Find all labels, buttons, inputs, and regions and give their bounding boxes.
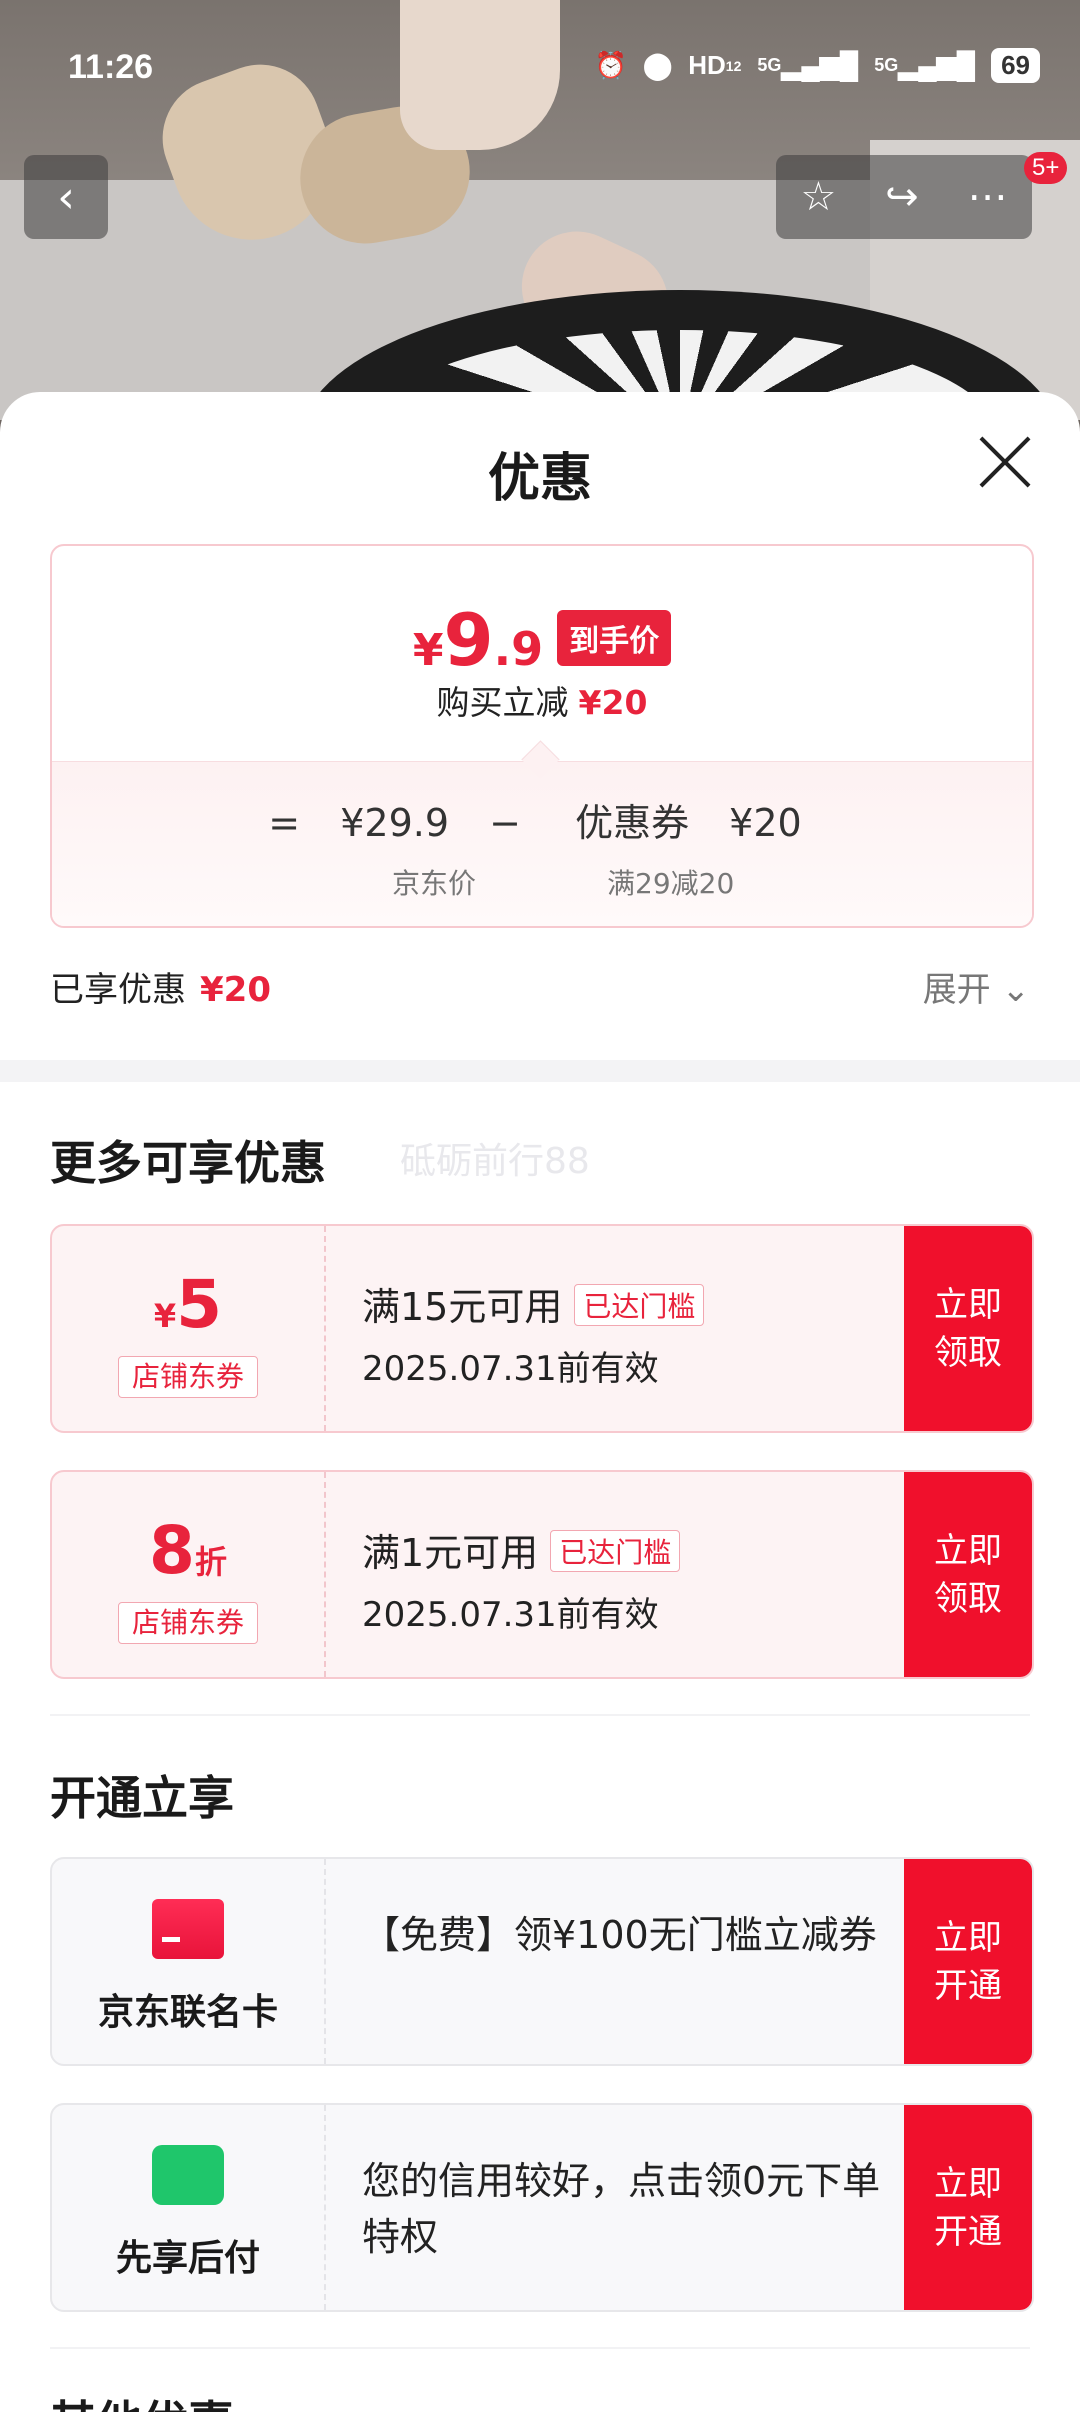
service-card: 京东联名卡 【免费】领¥100无门槛立减券 立即 开通 <box>50 1857 1034 2066</box>
message-badge: 5+ <box>1024 152 1068 184</box>
coupon-condition: 满15元可用 <box>362 1285 563 1329</box>
signal-icon-1: 5G ▂▄▆█ <box>757 50 859 80</box>
battery-icon: 69 <box>991 48 1040 83</box>
coupon-validity: 2025.07.31前有效 <box>362 1595 659 1635</box>
other-discounts-title: 其他优惠 <box>50 2387 234 2412</box>
instant-discount: 购买立减 ¥20 <box>436 683 648 722</box>
hd-icon: HD 1 2 <box>688 50 742 80</box>
share-icon[interactable]: ↪ <box>885 174 919 220</box>
open-service-button[interactable]: 立即 开通 <box>904 1859 1032 2064</box>
coupon-value: ¥5 <box>153 1266 223 1343</box>
chevron-left-icon: ‹ <box>57 171 75 223</box>
location-icon: ⬤ <box>643 50 673 80</box>
service-name: 京东联名卡 <box>97 1992 278 2033</box>
credit-card-icon <box>152 1899 224 1959</box>
final-price: ¥9.9 到手价 <box>52 598 1032 682</box>
service-description: 【免费】领¥100无门槛立减券 <box>362 1913 877 1957</box>
status-time: 11:26 <box>68 48 154 86</box>
price-card: ¥9.9 到手价 购买立减 ¥20 = ¥29.9 − 优惠券 ¥20 京东价 满2… <box>50 544 1034 928</box>
top-actions: ☆ ↪ ⋯ <box>776 155 1032 239</box>
coupon-value: 8折 <box>149 1512 227 1589</box>
close-icon[interactable] <box>975 432 1035 492</box>
status-bar: 11:26 ⏰ ⬤ HD 1 2 5G ▂▄▆█ 5G ▂▄▆█ 69 <box>0 0 1080 140</box>
coupon-type-tag: 店铺东券 <box>118 1356 258 1398</box>
claim-coupon-button[interactable]: 立即 领取 <box>904 1226 1032 1431</box>
coupon-card: 8折 店铺东券 满1元可用 已达门槛 2025.07.31前有效 立即 领取 <box>50 1470 1034 1679</box>
more-discounts-title: 更多可享优惠 <box>50 1136 326 1190</box>
watermark: 砥砺前行88 <box>400 1141 590 1182</box>
threshold-reached-tag: 已达门槛 <box>574 1284 705 1326</box>
price-formula: = ¥29.9 − 优惠券 ¥20 <box>268 801 802 845</box>
alarm-icon: ⏰ <box>594 50 628 80</box>
open-service-button[interactable]: 立即 开通 <box>904 2105 1032 2310</box>
sheet-title: 优惠 <box>487 449 592 509</box>
coupon-condition: 满1元可用 <box>362 1531 539 1575</box>
coupon-validity: 2025.07.31前有效 <box>362 1349 659 1389</box>
enjoyed-discount: 已享优惠 ¥20 <box>50 970 271 1010</box>
star-icon[interactable]: ☆ <box>800 174 836 220</box>
claim-coupon-button[interactable]: 立即 领取 <box>904 1472 1032 1677</box>
signal-icon-2: 5G ▂▄▆█ <box>874 50 976 80</box>
discount-sheet: 优惠 ¥9.9 到手价 购买立减 ¥20 = ¥29.9 − 优惠券 ¥20 京东价… <box>0 392 1080 2412</box>
service-description: 您的信用较好，点击领0元下单特权 <box>362 2159 881 2259</box>
back-button[interactable]: ‹ <box>24 155 108 239</box>
shopping-bag-icon <box>152 2145 224 2205</box>
chevron-down-icon: ⌄ <box>1001 970 1031 1010</box>
service-card: 先享后付 您的信用较好，点击领0元下单特权 立即 开通 <box>50 2103 1034 2312</box>
coupon-rule-label: 满29减20 <box>607 867 735 900</box>
coupon-card: ¥5 店铺东券 满15元可用 已达门槛 2025.07.31前有效 立即 领取 <box>50 1224 1034 1433</box>
threshold-reached-tag: 已达门槛 <box>550 1530 681 1572</box>
open-enjoy-title: 开通立享 <box>50 1771 234 1825</box>
more-icon[interactable]: ⋯ <box>968 174 1008 220</box>
service-name: 先享后付 <box>115 2238 260 2279</box>
jd-price-label: 京东价 <box>392 867 477 900</box>
expand-button[interactable]: 展开 ⌄ <box>923 962 1030 1011</box>
final-price-tag: 到手价 <box>557 610 672 666</box>
coupon-type-tag: 店铺东券 <box>118 1602 258 1644</box>
